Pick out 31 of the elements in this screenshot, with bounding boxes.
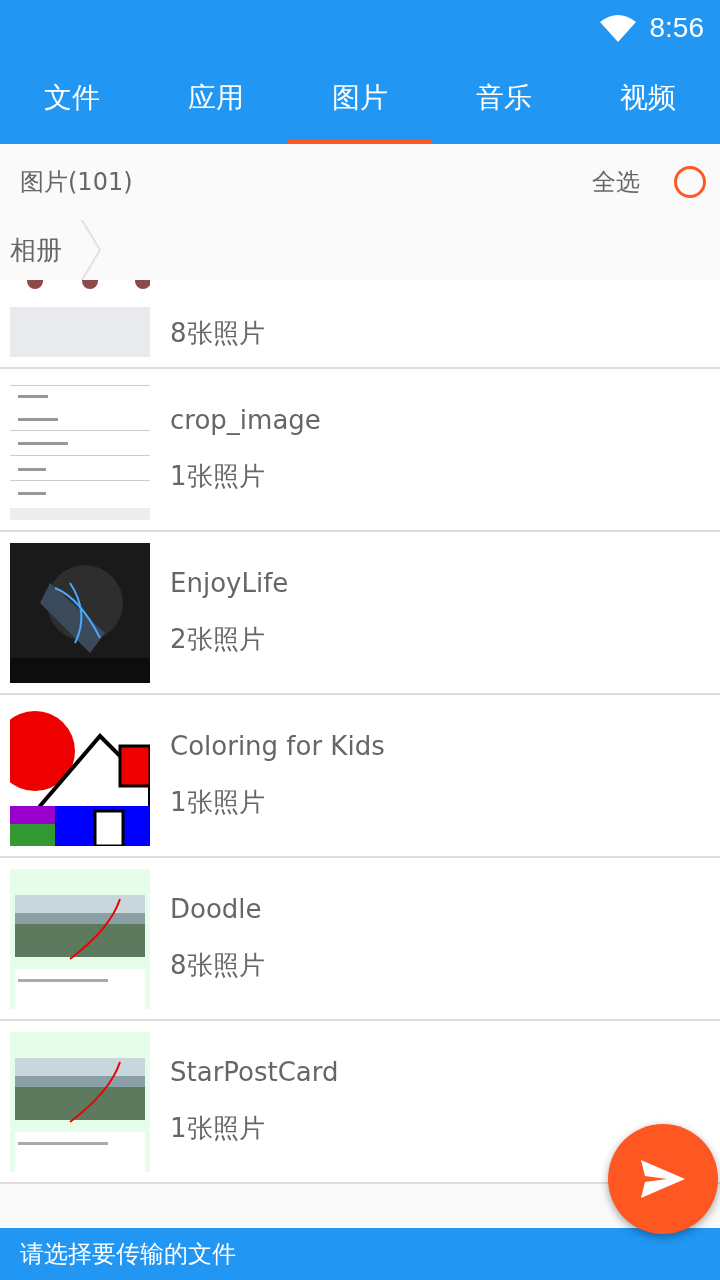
photo-count: 2张照片: [170, 623, 266, 656]
tab[interactable]: 视频: [576, 56, 720, 144]
album-name: Doodle: [170, 894, 263, 924]
clock: 8:56: [649, 12, 704, 44]
photo-count: 8张照片: [170, 949, 265, 982]
photo-count: 1张照片: [170, 786, 266, 819]
chevron-icon: [80, 220, 104, 280]
album-row[interactable]: 8张照片: [0, 280, 720, 369]
album-row[interactable]: StarPostCard 1张照片: [0, 1021, 720, 1184]
album-name: crop_image: [170, 405, 321, 435]
tab[interactable]: 文件: [0, 56, 144, 144]
send-icon: [641, 1160, 685, 1198]
album-row[interactable]: EnjoyLife 2张照片: [0, 532, 720, 695]
hint-text: 请选择要传输的文件: [20, 1239, 236, 1270]
photo-count: 8张照片: [170, 317, 265, 350]
select-all-label[interactable]: 全选: [592, 166, 640, 198]
tab[interactable]: 应用: [144, 56, 288, 144]
wifi-icon: [599, 14, 636, 42]
album-name: EnjoyLife: [170, 568, 289, 598]
album-row[interactable]: Doodle 8张照片: [0, 858, 720, 1021]
select-all-checkbox[interactable]: [674, 166, 706, 198]
tab[interactable]: 音乐: [432, 56, 576, 144]
section-title: 图片(101): [20, 167, 134, 198]
photo-count: 1张照片: [170, 460, 266, 493]
album-row[interactable]: Coloring for Kids 1张照片: [0, 695, 720, 858]
album-name: Coloring for Kids: [170, 731, 385, 761]
photo-count: 1张照片: [170, 1112, 266, 1145]
breadcrumb-item[interactable]: 相册: [10, 232, 62, 268]
album-name: StarPostCard: [170, 1057, 339, 1087]
album-row[interactable]: crop_image 1张照片: [0, 369, 720, 532]
tab[interactable]: 图片: [288, 56, 432, 144]
